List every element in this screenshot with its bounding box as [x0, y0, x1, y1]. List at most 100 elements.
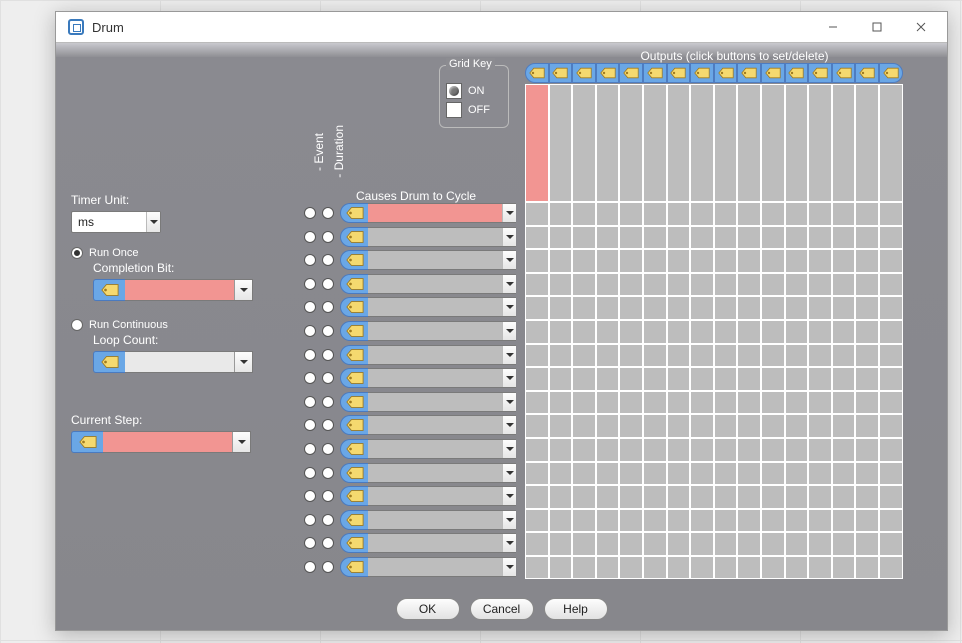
event-radio[interactable] [304, 396, 316, 408]
grid-cell[interactable] [549, 202, 573, 226]
grid-cell[interactable] [667, 556, 691, 580]
grid-cell[interactable] [808, 414, 832, 438]
grid-cell[interactable] [549, 438, 573, 462]
grid-cell[interactable] [549, 462, 573, 486]
grid-cell[interactable] [832, 367, 856, 391]
grid-cell[interactable] [832, 273, 856, 297]
grid-cell[interactable] [667, 391, 691, 415]
grid-cell[interactable] [879, 532, 903, 556]
grid-cell[interactable] [525, 320, 549, 344]
grid-cell[interactable] [690, 485, 714, 509]
grid-cell[interactable] [525, 226, 549, 250]
grid-cell[interactable] [761, 462, 785, 486]
grid-cell[interactable] [596, 485, 620, 509]
output-header-6[interactable] [643, 63, 667, 83]
grid-cell[interactable] [549, 320, 573, 344]
grid-cell[interactable] [832, 462, 856, 486]
grid-header-cell[interactable] [808, 84, 832, 202]
event-radio[interactable] [304, 537, 316, 549]
duration-radio[interactable] [322, 301, 334, 313]
grid-cell[interactable] [643, 438, 667, 462]
grid-cell[interactable] [643, 485, 667, 509]
step-cause-combo[interactable] [340, 203, 516, 223]
grid-cell[interactable] [619, 532, 643, 556]
grid-cell[interactable] [549, 414, 573, 438]
grid-cell[interactable] [596, 320, 620, 344]
grid-cell[interactable] [667, 438, 691, 462]
output-header-7[interactable] [667, 63, 691, 83]
grid-cell[interactable] [832, 438, 856, 462]
grid-cell[interactable] [832, 485, 856, 509]
event-radio[interactable] [304, 349, 316, 361]
grid-cell[interactable] [761, 367, 785, 391]
grid-cell[interactable] [761, 556, 785, 580]
step-cause-combo[interactable] [340, 321, 516, 341]
duration-radio[interactable] [322, 254, 334, 266]
grid-cell[interactable] [761, 296, 785, 320]
event-radio[interactable] [304, 325, 316, 337]
grid-cell[interactable] [690, 226, 714, 250]
event-radio[interactable] [304, 443, 316, 455]
grid-cell[interactable] [785, 485, 809, 509]
grid-cell[interactable] [855, 249, 879, 273]
grid-cell[interactable] [714, 556, 738, 580]
grid-cell[interactable] [667, 202, 691, 226]
grid-cell[interactable] [667, 414, 691, 438]
grid-cell[interactable] [761, 532, 785, 556]
output-header-2[interactable] [549, 63, 573, 83]
grid-cell[interactable] [549, 509, 573, 533]
grid-cell[interactable] [737, 367, 761, 391]
grid-cell[interactable] [572, 414, 596, 438]
grid-cell[interactable] [761, 485, 785, 509]
grid-cell[interactable] [572, 556, 596, 580]
duration-radio[interactable] [322, 467, 334, 479]
grid-cell[interactable] [525, 438, 549, 462]
grid-cell[interactable] [832, 226, 856, 250]
event-radio[interactable] [304, 207, 316, 219]
grid-cell[interactable] [808, 438, 832, 462]
grid-cell[interactable] [855, 273, 879, 297]
grid-cell[interactable] [785, 202, 809, 226]
grid-header-cell[interactable] [737, 84, 761, 202]
grid-cell[interactable] [879, 273, 903, 297]
grid-cell[interactable] [832, 320, 856, 344]
grid-cell[interactable] [549, 296, 573, 320]
run-once-radio[interactable] [71, 247, 83, 259]
grid-cell[interactable] [808, 202, 832, 226]
grid-cell[interactable] [596, 391, 620, 415]
grid-cell[interactable] [619, 438, 643, 462]
step-cause-combo[interactable] [340, 274, 516, 294]
grid-cell[interactable] [737, 391, 761, 415]
grid-cell[interactable] [785, 509, 809, 533]
grid-cell[interactable] [525, 367, 549, 391]
grid-cell[interactable] [596, 344, 620, 368]
grid-cell[interactable] [643, 226, 667, 250]
grid-cell[interactable] [879, 485, 903, 509]
duration-radio[interactable] [322, 419, 334, 431]
grid-cell[interactable] [619, 367, 643, 391]
grid-cell[interactable] [855, 367, 879, 391]
grid-cell[interactable] [737, 344, 761, 368]
grid-cell[interactable] [737, 202, 761, 226]
grid-cell[interactable] [525, 202, 549, 226]
grid-cell[interactable] [619, 509, 643, 533]
grid-cell[interactable] [737, 509, 761, 533]
step-cause-combo[interactable] [340, 415, 516, 435]
duration-radio[interactable] [322, 231, 334, 243]
grid-cell[interactable] [549, 273, 573, 297]
completion-bit-combo[interactable] [93, 279, 253, 301]
step-cause-combo[interactable] [340, 439, 516, 459]
cancel-button[interactable]: Cancel [470, 598, 534, 620]
event-radio[interactable] [304, 467, 316, 479]
grid-cell[interactable] [667, 249, 691, 273]
grid-cell[interactable] [549, 485, 573, 509]
step-cause-combo[interactable] [340, 557, 516, 577]
grid-cell[interactable] [714, 485, 738, 509]
grid-header-cell[interactable] [549, 84, 573, 202]
grid-cell[interactable] [667, 485, 691, 509]
grid-cell[interactable] [525, 414, 549, 438]
grid-cell[interactable] [619, 462, 643, 486]
grid-cell[interactable] [525, 462, 549, 486]
grid-cell[interactable] [596, 509, 620, 533]
grid-cell[interactable] [667, 509, 691, 533]
